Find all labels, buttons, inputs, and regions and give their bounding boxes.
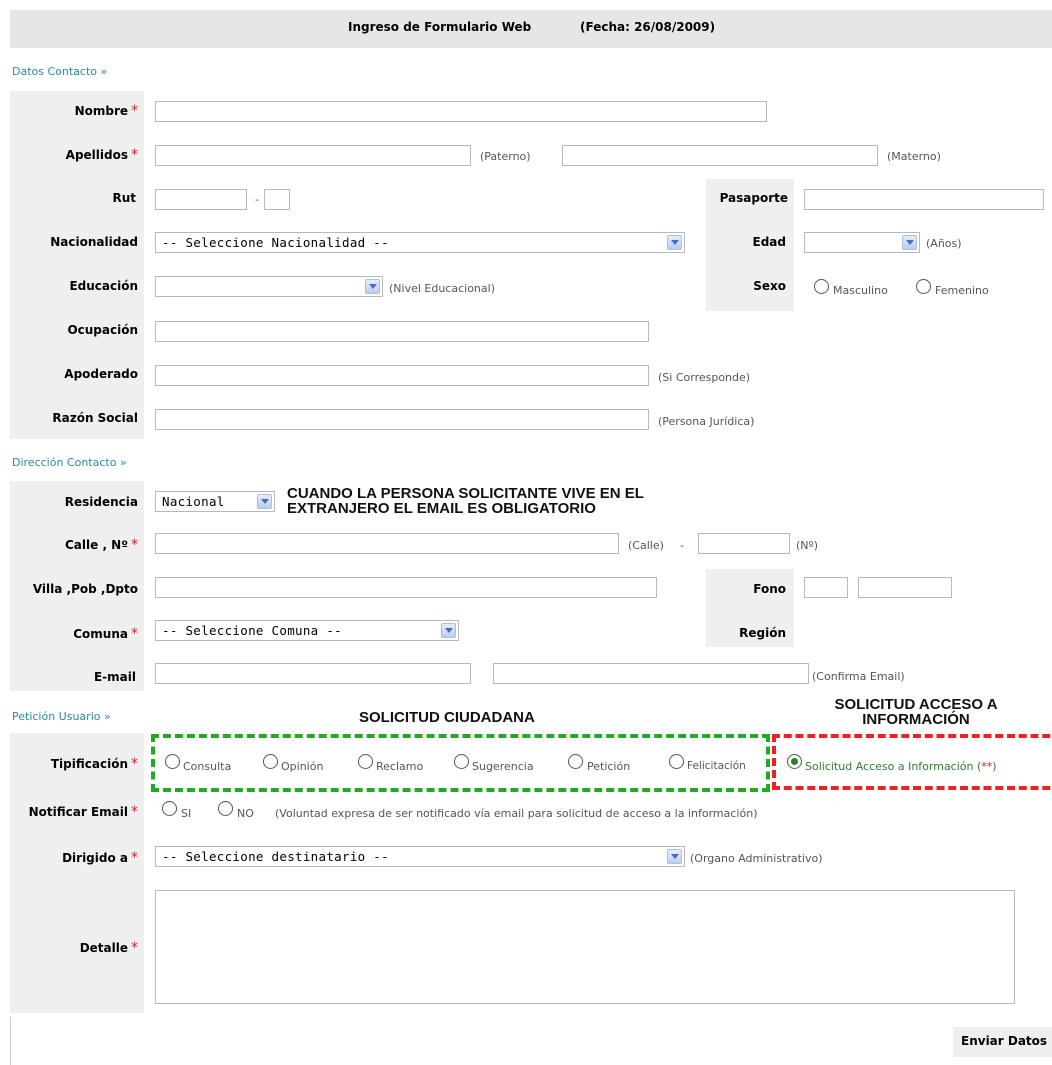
tipo-peticion-label: Petición (587, 760, 631, 773)
tipo-solicitud-acceso-label: Solicitud Acceso a Información (**) (805, 760, 997, 773)
page-title: Ingreso de Formulario Web (348, 20, 532, 34)
notificar-si-label: SI (181, 807, 192, 820)
edad-label: Edad (752, 235, 786, 249)
solicitud-acceso-annotation: SOLICITUD ACCESO A INFORMACIÓN (834, 696, 998, 728)
tipo-peticion-radio[interactable] (568, 754, 583, 769)
calle-input[interactable] (155, 533, 619, 554)
form-date: (Fecha: 26/08/2009) (580, 20, 716, 34)
detalle-textarea[interactable] (155, 890, 1015, 1004)
chevron-down-icon (441, 623, 456, 638)
apoderado-label: Apoderado (64, 367, 138, 381)
numero-hint: (Nº) (796, 539, 818, 552)
sexo-femenino-radio[interactable] (916, 279, 931, 294)
comuna-label: Comuna * (73, 626, 138, 642)
notificar-no-radio[interactable] (218, 801, 233, 816)
dirigido-select[interactable]: -- Seleccione destinatario -- (155, 846, 685, 867)
email-confirm-hint: (Confirma Email) (812, 670, 905, 683)
rut-dv-input[interactable] (264, 189, 290, 210)
calle-separator: - (680, 539, 684, 552)
educacion-hint: (Nivel Educacional) (389, 282, 495, 295)
rut-separator: - (255, 193, 259, 206)
paterno-hint: (Paterno) (480, 150, 531, 163)
educacion-label: Educación (69, 279, 138, 293)
section-direccion-contacto: Dirección Contacto » (12, 456, 127, 469)
rut-input[interactable] (155, 189, 247, 210)
email-input[interactable] (155, 663, 471, 684)
apellidos-label: Apellidos * (65, 147, 138, 163)
villa-input[interactable] (155, 577, 657, 598)
pasaporte-input[interactable] (804, 189, 1044, 210)
edad-select[interactable] (804, 232, 920, 253)
sexo-masculino-radio[interactable] (814, 279, 829, 294)
chevron-down-icon (667, 235, 682, 250)
chevron-down-icon (365, 279, 380, 294)
tipo-reclamo-label: Reclamo (376, 760, 424, 773)
sexo-label: Sexo (753, 279, 786, 293)
chevron-down-icon (902, 235, 917, 250)
calle-label: Calle , Nº * (65, 537, 138, 553)
edad-hint: (Años) (926, 237, 962, 250)
apoderado-hint: (Si Corresponde) (658, 371, 751, 384)
numero-input[interactable] (698, 533, 790, 554)
email-confirm-input[interactable] (493, 663, 809, 684)
apoderado-input[interactable] (155, 365, 649, 386)
notificar-hint: (Voluntad expresa de ser notificado vía … (275, 807, 758, 820)
sexo-masculino-label: Masculino (833, 284, 888, 297)
dirigido-label: Dirigido a * (62, 850, 138, 866)
enviar-datos-button[interactable]: Enviar Datos (953, 1027, 1052, 1057)
calle-hint: (Calle) (628, 539, 664, 552)
region-label: Región (739, 626, 786, 640)
tipo-sugerencia-radio[interactable] (454, 754, 469, 769)
notificar-email-label: Notificar Email * (28, 804, 138, 820)
residencia-annotation: CUANDO LA PERSONA SOLICITANTE VIVE EN EL… (287, 485, 644, 517)
tipo-solicitud-acceso-radio[interactable] (787, 754, 802, 769)
dirigido-hint: (Organo Administrativo) (690, 852, 823, 865)
tipo-felicitacion-radio[interactable] (669, 754, 684, 769)
tipo-consulta-radio[interactable] (165, 754, 180, 769)
residencia-select[interactable]: Nacional (155, 491, 275, 512)
chevron-down-icon (667, 849, 682, 864)
fono-codigo-input[interactable] (804, 577, 848, 598)
solicitud-ciudadana-annotation: SOLICITUD CIUDADANA (359, 709, 535, 726)
fono-numero-input[interactable] (858, 577, 952, 598)
nombre-label: Nombre * (74, 103, 138, 119)
apellido-paterno-input[interactable] (155, 145, 471, 166)
apellido-materno-input[interactable] (562, 145, 878, 166)
razon-social-label: Razón Social (52, 411, 138, 425)
section-peticion-usuario: Petición Usuario » (12, 710, 111, 723)
tipificacion-label: Tipificación * (50, 756, 138, 772)
tipo-opinion-label: Opinión (281, 760, 324, 773)
ocupacion-input[interactable] (155, 321, 649, 342)
ocupacion-label: Ocupación (67, 323, 138, 337)
fono-label: Fono (753, 582, 786, 596)
nacionalidad-label: Nacionalidad (50, 235, 138, 249)
email-label: E-mail (93, 670, 136, 684)
tipo-sugerencia-label: Sugerencia (472, 760, 534, 773)
pasaporte-label: Pasaporte (719, 191, 788, 205)
comuna-select[interactable]: -- Seleccione Comuna -- (155, 620, 459, 641)
chevron-down-icon (257, 494, 272, 509)
nacionalidad-select[interactable]: -- Seleccione Nacionalidad -- (155, 232, 685, 253)
educacion-select[interactable] (155, 276, 383, 297)
tipo-reclamo-radio[interactable] (358, 754, 373, 769)
detalle-label: Detalle * (79, 940, 138, 956)
notificar-si-radio[interactable] (162, 801, 177, 816)
materno-hint: (Materno) (887, 150, 941, 163)
tipo-opinion-radio[interactable] (263, 754, 278, 769)
sexo-femenino-label: Femenino (935, 284, 989, 297)
tipo-consulta-label: Consulta (183, 760, 232, 773)
nombre-input[interactable] (155, 101, 767, 122)
razon-social-input[interactable] (155, 409, 649, 430)
tipo-felicitacion-label: Felicitación (687, 760, 746, 772)
razon-social-hint: (Persona Jurídica) (658, 415, 755, 428)
villa-label: Villa ,Pob ,Dpto (32, 582, 138, 596)
rut-label: Rut (112, 191, 136, 205)
notificar-no-label: NO (237, 807, 254, 820)
form-header: Ingreso de Formulario Web (Fecha: 26/08/… (0, 20, 1052, 40)
residencia-label: Residencia (64, 495, 138, 509)
section-datos-contacto: Datos Contacto » (12, 65, 108, 78)
